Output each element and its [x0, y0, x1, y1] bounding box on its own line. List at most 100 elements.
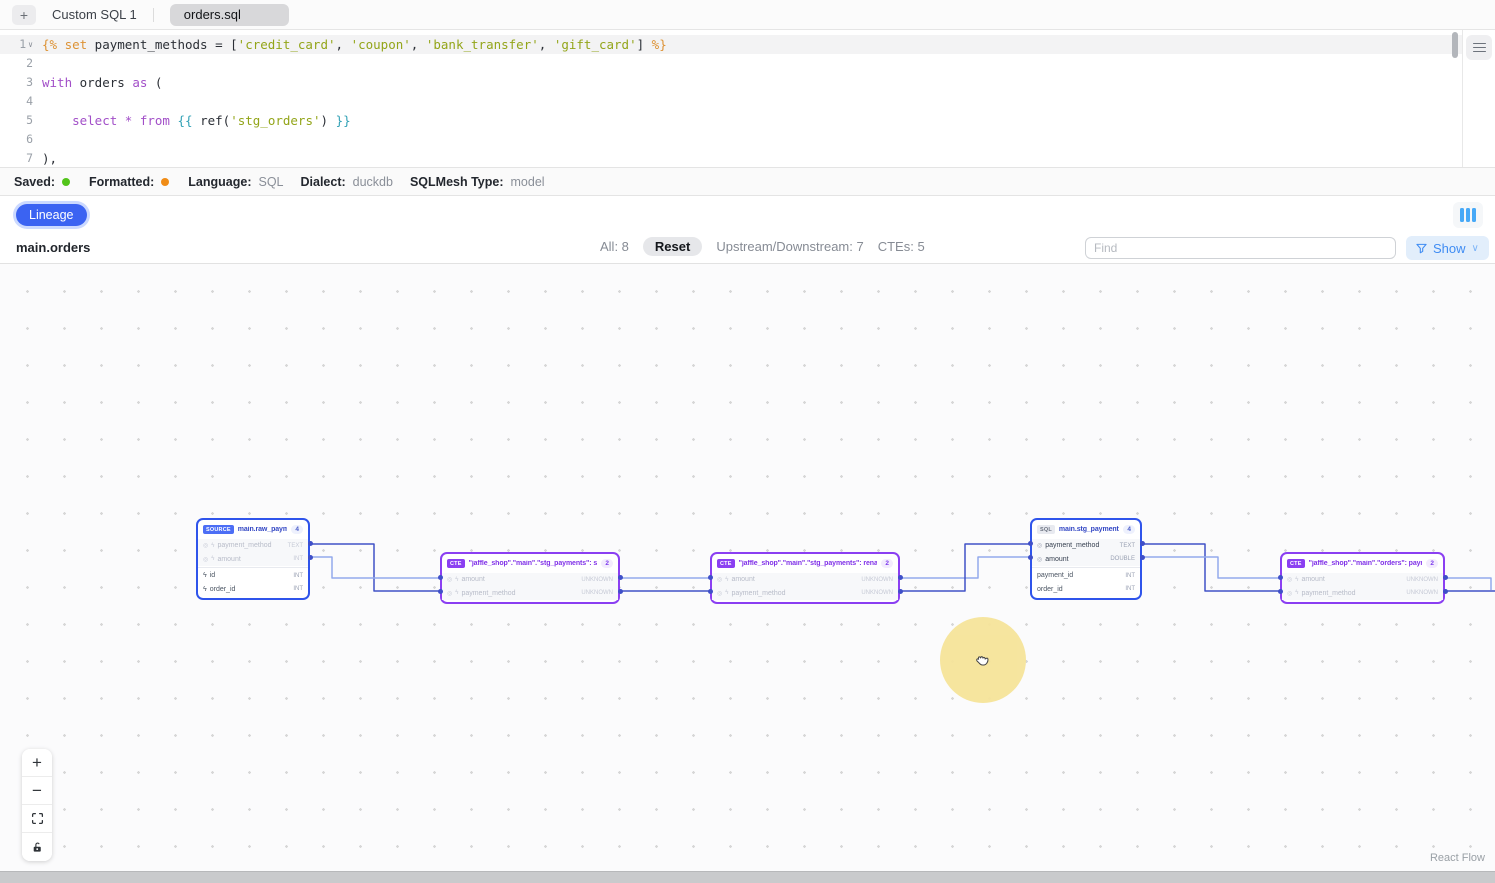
column-port[interactable]: [708, 589, 713, 594]
tab-custom-sql-1[interactable]: Custom SQL 1: [52, 7, 137, 22]
column-port[interactable]: [308, 541, 313, 546]
find-input[interactable]: [1085, 237, 1396, 259]
column-row[interactable]: ◎ϟamountUNKNOWN: [442, 573, 618, 587]
react-flow-attribution: React Flow: [1430, 852, 1485, 864]
node-column-count-badge: 2: [1426, 559, 1438, 568]
sql-code-editor[interactable]: 1∨{% set payment_methods = ['credit_card…: [0, 30, 1495, 167]
fit-view-button[interactable]: [22, 805, 52, 833]
code-line-2[interactable]: 2: [0, 54, 1462, 73]
tab-orders-sql[interactable]: orders.sql: [170, 4, 289, 26]
zoom-out-button[interactable]: −: [22, 777, 52, 805]
lineage-tab[interactable]: Lineage: [16, 204, 87, 226]
lineage-edge: [312, 557, 440, 578]
target-icon: ◎: [1037, 542, 1042, 549]
columns-icon: [1460, 208, 1464, 222]
column-port[interactable]: [1028, 541, 1033, 546]
show-label: Show: [1433, 241, 1466, 256]
column-row[interactable]: order_idINT: [1032, 583, 1140, 597]
line-number: 5: [0, 111, 42, 130]
column-row[interactable]: ◎ϟamountINT: [198, 553, 308, 567]
target-icon: ◎: [447, 590, 452, 597]
lineage-node-cte-orders-payments[interactable]: CTE"jaffle_shop"."main"."orders": paymen…: [1280, 552, 1445, 604]
editor-scrollbar-thumb[interactable]: [1452, 32, 1458, 58]
column-row[interactable]: ◎amountDOUBLE: [1032, 553, 1140, 567]
cursor-highlight-halo: [940, 617, 1026, 703]
column-port[interactable]: [1278, 575, 1283, 580]
grab-hand-cursor: [972, 649, 994, 671]
column-port[interactable]: [1443, 589, 1448, 594]
dialect-value: duckdb: [353, 175, 393, 189]
node-header[interactable]: CTE"jaffle_shop"."main"."stg_payments": …: [442, 554, 618, 573]
node-header[interactable]: CTE"jaffle_shop"."main"."orders": paymen…: [1282, 554, 1443, 573]
column-port[interactable]: [898, 575, 903, 580]
column-row[interactable]: ◎ϟamountUNKNOWN: [712, 573, 898, 587]
column-port[interactable]: [308, 555, 313, 560]
model-name: main.orders: [16, 240, 90, 255]
lineage-node-stg-payments[interactable]: SQLmain.stg_payments4◎payment_methodTEXT…: [1030, 518, 1142, 600]
node-header[interactable]: SQLmain.stg_payments4: [1032, 520, 1140, 539]
column-row[interactable]: ◎ϟpayment_methodUNKNOWN: [1282, 587, 1443, 601]
column-type: TEXT: [288, 543, 303, 549]
code-line-3[interactable]: 3with orders as (: [0, 73, 1462, 92]
column-row[interactable]: ◎ϟpayment_methodTEXT: [198, 539, 308, 553]
column-port[interactable]: [1140, 541, 1145, 546]
columns-toggle-button[interactable]: [1453, 202, 1483, 228]
lineage-node-cte-stg-payments-renamed[interactable]: CTE"jaffle_shop"."main"."stg_payments": …: [710, 552, 900, 604]
bolt-icon: ϟ: [203, 572, 207, 579]
column-port[interactable]: [618, 575, 623, 580]
code-line-5[interactable]: 5 select * from {{ ref('stg_orders') }}: [0, 111, 1462, 130]
lock-toggle-button[interactable]: [22, 833, 52, 861]
column-port[interactable]: [438, 575, 443, 580]
fit-view-icon: [31, 812, 44, 825]
column-port[interactable]: [1278, 589, 1283, 594]
column-type: TEXT: [1120, 543, 1135, 549]
target-icon: ◎: [447, 576, 452, 583]
column-port[interactable]: [618, 589, 623, 594]
column-row[interactable]: ◎ϟpayment_methodUNKNOWN: [712, 587, 898, 601]
editor-menu-button[interactable]: [1466, 35, 1492, 60]
column-name: amount: [1301, 576, 1324, 583]
column-row[interactable]: ◎payment_methodTEXT: [1032, 539, 1140, 553]
language-value: SQL: [258, 175, 283, 189]
editor-tab-bar: + Custom SQL 1 orders.sql: [0, 0, 1495, 30]
column-port[interactable]: [708, 575, 713, 580]
code-lines[interactable]: 1∨{% set payment_methods = ['credit_card…: [0, 30, 1462, 167]
column-type: INT: [1125, 573, 1135, 579]
code-line-7[interactable]: 7),: [0, 149, 1462, 167]
lineage-node-raw-payments[interactable]: SOURCEmain.raw_payments4◎ϟpayment_method…: [196, 518, 310, 600]
code-text: {% set payment_methods = ['credit_card',…: [42, 35, 667, 54]
lineage-edge: [1142, 557, 1280, 578]
column-type: INT: [293, 573, 303, 579]
column-port[interactable]: [1140, 555, 1145, 560]
node-header[interactable]: SOURCEmain.raw_payments4: [198, 520, 308, 539]
zoom-in-button[interactable]: +: [22, 749, 52, 777]
line-number: 1∨: [0, 35, 42, 54]
column-port[interactable]: [438, 589, 443, 594]
lineage-edge: [900, 544, 1030, 591]
line-number: 6: [0, 130, 42, 149]
window-bottom-strip: [0, 871, 1495, 883]
new-tab-button[interactable]: +: [12, 5, 36, 25]
bolt-icon: ϟ: [455, 577, 458, 583]
column-name: amount: [461, 576, 484, 583]
column-port[interactable]: [898, 589, 903, 594]
column-row[interactable]: payment_idINT: [1032, 569, 1140, 583]
show-filter-button[interactable]: Show ∨: [1406, 236, 1489, 260]
column-row[interactable]: ◎ϟpayment_methodUNKNOWN: [442, 587, 618, 601]
fold-chevron-icon[interactable]: ∨: [28, 40, 33, 49]
code-line-1[interactable]: 1∨{% set payment_methods = ['credit_card…: [0, 35, 1462, 54]
node-type-badge: SQL: [1037, 525, 1055, 534]
column-type: INT: [293, 556, 303, 562]
column-port[interactable]: [1443, 575, 1448, 580]
column-row[interactable]: ϟorder_idINT: [198, 583, 308, 597]
column-name: id: [210, 572, 215, 579]
column-row[interactable]: ◎ϟamountUNKNOWN: [1282, 573, 1443, 587]
column-row[interactable]: ϟid INT: [198, 569, 308, 583]
column-port[interactable]: [1028, 555, 1033, 560]
code-line-6[interactable]: 6: [0, 130, 1462, 149]
lineage-node-cte-stg-payments-source[interactable]: CTE"jaffle_shop"."main"."stg_payments": …: [440, 552, 620, 604]
reset-button[interactable]: Reset: [643, 237, 702, 256]
node-header[interactable]: CTE"jaffle_shop"."main"."stg_payments": …: [712, 554, 898, 573]
code-line-4[interactable]: 4: [0, 92, 1462, 111]
lineage-canvas[interactable]: + − React Flow SOURCEmain.raw_payments4◎…: [0, 263, 1495, 871]
